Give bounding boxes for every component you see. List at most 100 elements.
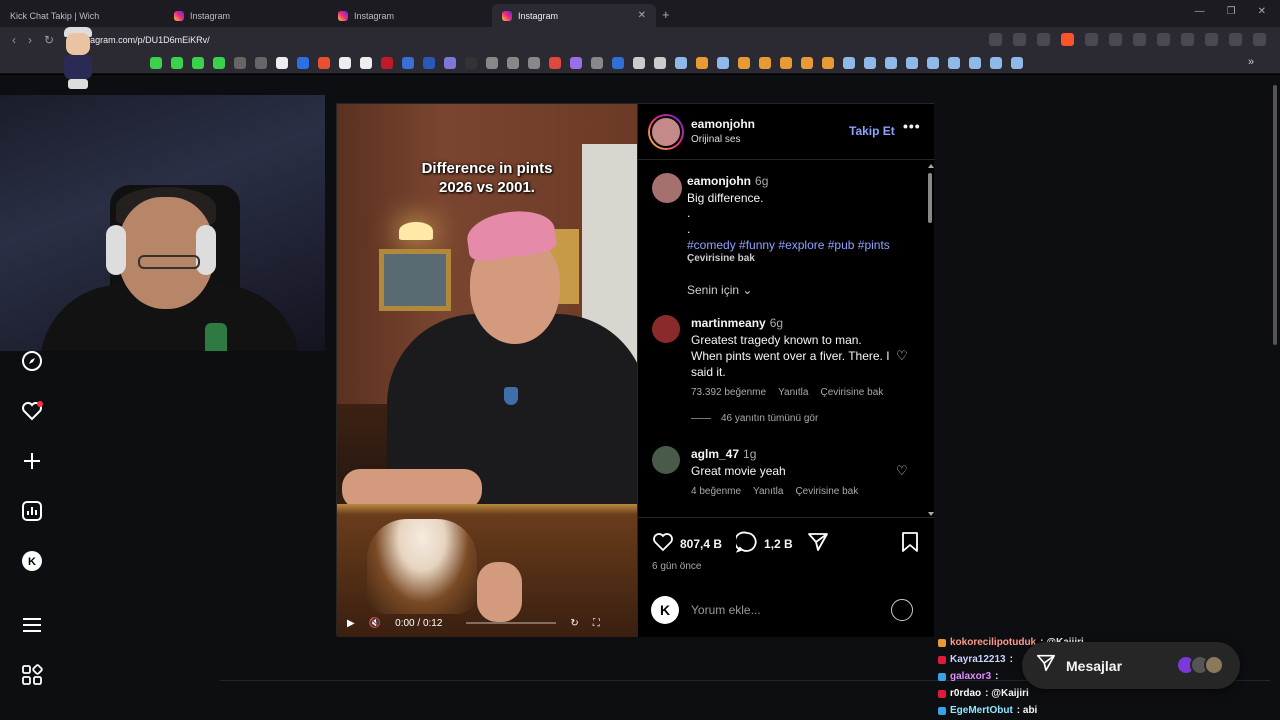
extension-icon[interactable]: [1109, 33, 1122, 46]
bookmark-icon[interactable]: [549, 57, 561, 69]
video-progress-bar[interactable]: [466, 622, 557, 624]
bookmark-icon[interactable]: [1011, 57, 1023, 69]
caption-translate-link[interactable]: Çevirisine bak: [687, 253, 755, 264]
view-replies-button[interactable]: 46 yanıtın tümünü gör: [691, 413, 818, 424]
reload-icon[interactable]: ↻: [44, 33, 54, 47]
bookmark-icon[interactable]: [192, 57, 204, 69]
tab-instagram-1[interactable]: Instagram: [164, 4, 328, 27]
close-tab-icon[interactable]: ✕: [638, 10, 646, 21]
bookmark-icon[interactable]: [318, 57, 330, 69]
page-scrollbar-thumb[interactable]: [1273, 85, 1277, 345]
page-scrollbar[interactable]: [1270, 75, 1280, 720]
folder-icon[interactable]: [654, 57, 666, 69]
bookmark-icon[interactable]: [213, 57, 225, 69]
bookmark-icon[interactable]: [780, 57, 792, 69]
comments-scrollbar[interactable]: [926, 161, 934, 516]
extension-icon[interactable]: [1085, 33, 1098, 46]
bookmark-icon[interactable]: [696, 57, 708, 69]
tab-instagram-active[interactable]: Instagram ✕: [492, 4, 656, 27]
more-options-icon[interactable]: •••: [903, 118, 921, 134]
fullscreen-icon[interactable]: ⛶: [593, 618, 600, 629]
create-plus-icon[interactable]: [21, 450, 43, 472]
notifications-heart-icon[interactable]: [21, 400, 43, 422]
bookmark-icon[interactable]: [969, 57, 981, 69]
bookmark-icon[interactable]: [612, 57, 624, 69]
share-icon[interactable]: [1037, 33, 1050, 46]
restore-icon[interactable]: ❐: [1227, 6, 1236, 17]
comments-count[interactable]: 1,2 B: [764, 537, 793, 551]
bookmark-icon[interactable]: [906, 57, 918, 69]
bookmark-icon[interactable]: [675, 57, 687, 69]
new-tab-button[interactable]: +: [662, 7, 670, 22]
play-icon[interactable]: ▶: [347, 618, 355, 629]
bookmark-icon[interactable]: [171, 57, 183, 69]
bookmark-icon[interactable]: [360, 57, 372, 69]
zoom-icon[interactable]: [989, 33, 1002, 46]
bookmark-icon[interactable]: [633, 57, 645, 69]
bookmark-icon[interactable]: [444, 57, 456, 69]
bookmark-icon[interactable]: [717, 57, 729, 69]
extension-icon[interactable]: [1181, 33, 1194, 46]
save-bookmark-icon[interactable]: [900, 531, 920, 558]
bookmark-icon[interactable]: [423, 57, 435, 69]
bookmark-icon[interactable]: [465, 57, 477, 69]
extension-icon[interactable]: [1157, 33, 1170, 46]
comment-translate-link[interactable]: Çevirisine bak: [795, 486, 858, 497]
comment-reply-button[interactable]: Yanıtla: [778, 387, 808, 398]
bookmark-icon[interactable]: [297, 57, 309, 69]
bookmark-icon[interactable]: [528, 57, 540, 69]
back-icon[interactable]: ‹: [12, 33, 16, 47]
bookmark-icon[interactable]: [276, 57, 288, 69]
add-comment-input[interactable]: Yorum ekle...: [691, 603, 761, 617]
scroll-down-icon[interactable]: [928, 512, 934, 516]
comments-scrollbar-thumb[interactable]: [928, 173, 932, 223]
bookmark-icon[interactable]: [150, 57, 162, 69]
extension-icon[interactable]: [1133, 33, 1146, 46]
bookmark-icon[interactable]: [885, 57, 897, 69]
author-avatar[interactable]: [648, 114, 684, 150]
emoji-icon[interactable]: [891, 599, 913, 621]
tab-kick-chat[interactable]: Kick Chat Takip | Wich: [0, 4, 164, 27]
bookmark-icon[interactable]: [402, 57, 414, 69]
brave-shield-icon[interactable]: [1061, 33, 1074, 46]
likes-count[interactable]: 807,4 B: [680, 537, 722, 551]
audio-label[interactable]: Orijinal ses: [691, 134, 740, 145]
minimize-icon[interactable]: —: [1195, 6, 1205, 17]
bookmark-icon[interactable]: [801, 57, 813, 69]
comment-bubble-icon[interactable]: [734, 531, 758, 556]
profile-k-icon[interactable]: K: [21, 550, 43, 572]
author-username[interactable]: eamonjohn: [691, 117, 755, 131]
bookmark-icon[interactable]: [864, 57, 876, 69]
comment-sort-dropdown[interactable]: Senin için ⌄: [687, 283, 752, 297]
like-heart-icon[interactable]: [652, 531, 674, 556]
more-bookmarks-icon[interactable]: »: [1248, 56, 1260, 68]
cast-icon[interactable]: [1013, 33, 1026, 46]
bookmark-icon[interactable]: [927, 57, 939, 69]
bookmark-icon[interactable]: [759, 57, 771, 69]
bookmark-icon[interactable]: [381, 57, 393, 69]
sidebar-icon[interactable]: [1229, 33, 1242, 46]
follow-button[interactable]: Takip Et: [849, 124, 895, 138]
caption-avatar[interactable]: [652, 173, 682, 203]
bookmark-icon[interactable]: [990, 57, 1002, 69]
more-menu-icon[interactable]: [21, 614, 43, 636]
share-send-icon[interactable]: [807, 531, 829, 556]
bookmark-icon[interactable]: [234, 57, 246, 69]
bookmark-icon[interactable]: [843, 57, 855, 69]
comment-like-heart-icon[interactable]: ♡: [896, 463, 908, 479]
comment-likes[interactable]: 4 beğenme: [691, 486, 741, 497]
comment-username[interactable]: aglm_47: [691, 447, 739, 461]
comment-avatar[interactable]: [652, 315, 680, 343]
explore-icon[interactable]: [21, 350, 43, 372]
menu-icon[interactable]: [1253, 33, 1266, 46]
caption-username[interactable]: eamonjohn: [687, 174, 751, 188]
apps-grid-icon[interactable]: [21, 664, 43, 686]
messages-button[interactable]: Mesajlar: [1022, 642, 1240, 689]
comment-reply-button[interactable]: Yanıtla: [753, 486, 783, 497]
comment-like-heart-icon[interactable]: ♡: [896, 348, 908, 364]
bookmark-icon[interactable]: [738, 57, 750, 69]
bookmark-icon[interactable]: [339, 57, 351, 69]
puzzle-icon[interactable]: [1205, 33, 1218, 46]
bookmark-icon[interactable]: [486, 57, 498, 69]
bookmark-icon[interactable]: [591, 57, 603, 69]
